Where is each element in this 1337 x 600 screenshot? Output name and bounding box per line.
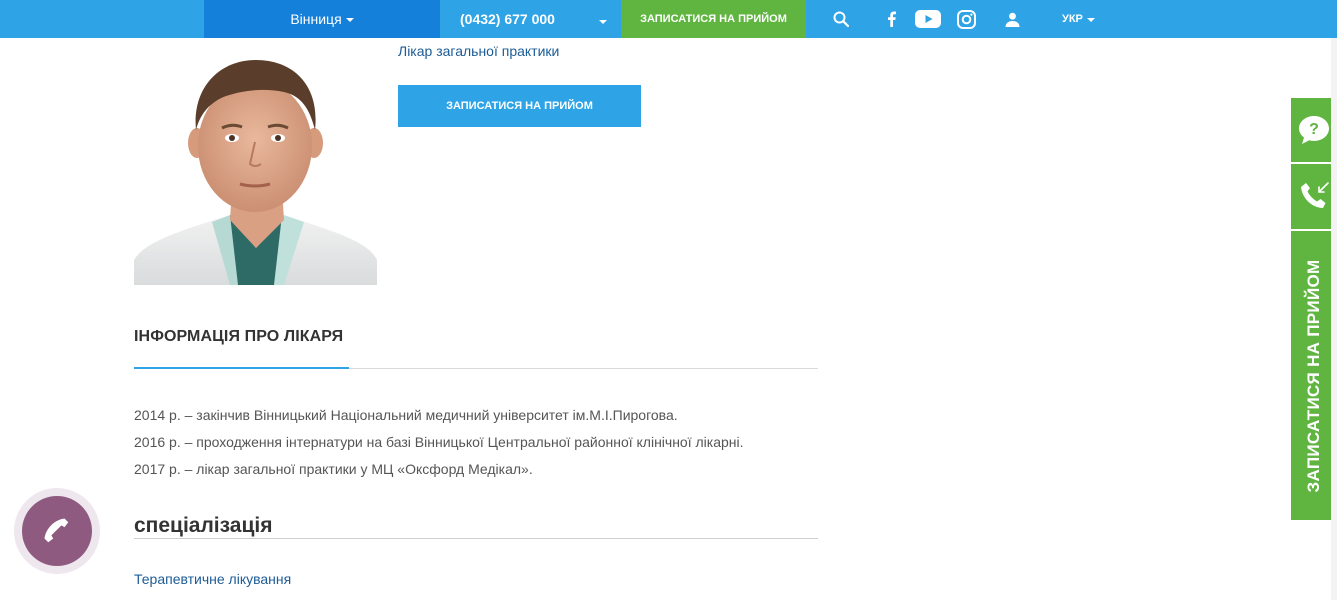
book-appointment-button[interactable]: ЗАПИСАТИСЯ НА ПРИЙОМ (398, 85, 641, 127)
phone-icon (44, 518, 69, 543)
doctor-info-heading: ІНФОРМАЦІЯ ПРО ЛІКАРЯ (134, 328, 344, 345)
sidebar-book-label: ЗАПИСАТИСЯ НА ПРИЙОМ (1304, 259, 1323, 492)
city-selector[interactable]: Вінниця (204, 0, 440, 38)
chevron-down-icon (599, 20, 607, 24)
section-divider (134, 538, 818, 539)
book-appointment-button-top[interactable]: ЗАПИСАТИСЯ НА ПРИЙОМ (621, 0, 806, 38)
instagram-icon[interactable] (955, 0, 977, 38)
chevron-down-icon (1086, 18, 1095, 22)
doctor-photo (134, 38, 377, 285)
phone-selector[interactable]: (0432) 677 000 (440, 0, 621, 38)
section-divider-accent (134, 367, 349, 369)
page-scrollbar[interactable] (1331, 38, 1337, 600)
chevron-down-icon (345, 18, 354, 22)
language-label: УКР (1062, 13, 1083, 25)
floating-call-widget (14, 488, 100, 574)
bio-item: 2017 р. – лікар загальної практики у МЦ … (134, 461, 533, 477)
user-icon[interactable] (1002, 0, 1022, 38)
specialization-heading: спеціалізація (134, 514, 273, 537)
specialization-link[interactable]: Терапевтичне лікування (134, 571, 291, 587)
youtube-icon[interactable] (914, 0, 942, 38)
svg-text:?: ? (1309, 121, 1319, 138)
doctor-specialty-link[interactable]: Лікар загальної практики (398, 43, 559, 59)
bio-item: 2016 р. – проходження інтернатури на баз… (134, 434, 744, 450)
call-button[interactable] (22, 496, 92, 566)
callback-phone-icon (1301, 181, 1329, 208)
doctor-bio-list: 2014 р. – закінчив Вінницький Національн… (134, 402, 744, 483)
phone-number: (0432) 677 000 (460, 11, 555, 27)
question-chat-icon: ? (1299, 116, 1329, 144)
language-selector[interactable]: УКР (1062, 0, 1095, 38)
search-icon[interactable] (829, 0, 853, 38)
bio-item: 2014 р. – закінчив Вінницький Національн… (134, 407, 678, 423)
facebook-icon[interactable] (882, 0, 900, 38)
city-label: Вінниця (290, 11, 342, 27)
